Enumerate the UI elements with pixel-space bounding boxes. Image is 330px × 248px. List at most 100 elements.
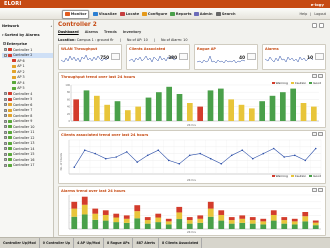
nav-search[interactable]: Search <box>214 10 238 19</box>
alarm-bar-good <box>249 223 256 229</box>
collapse-icon[interactable]: ◂ <box>50 24 52 28</box>
alarm-bar-good <box>291 224 298 229</box>
kpi-indicator <box>246 53 256 60</box>
status-alerts[interactable]: 887 Alerts <box>133 238 159 248</box>
alarm-bar-warning <box>186 217 193 221</box>
tree-item-label: Controller 4 <box>12 91 33 96</box>
status-controller-mod[interactable]: Controller Up/Mod <box>0 238 40 248</box>
tab-trends[interactable]: Trends <box>104 30 117 34</box>
y-tick-label: 20 <box>67 113 71 116</box>
help-link[interactable]: Help <box>300 12 308 16</box>
alarm-bar-good <box>228 223 235 229</box>
nav-locate[interactable]: Locate <box>118 10 141 19</box>
visualize-icon <box>93 11 98 17</box>
status-ap-up[interactable]: 4 AP Up/Mod <box>74 238 105 248</box>
expand-toggle-icon[interactable]: + <box>4 125 7 129</box>
alarm-bar-warning <box>239 215 246 219</box>
kpi-value: 10 <box>307 55 313 60</box>
controller-icon <box>7 125 12 129</box>
print-icon[interactable] <box>312 23 317 28</box>
tab-bar: Dashboard Alarms Trends Inventory <box>58 30 141 34</box>
status-clients[interactable]: 8 Clients Associated <box>159 238 203 248</box>
alarm-bar-caution <box>71 208 78 217</box>
throughput-bar <box>207 90 214 121</box>
search-icon <box>216 11 221 17</box>
y-tick-label: 0 <box>68 120 70 123</box>
collapse-toggle-icon[interactable]: − <box>3 42 6 45</box>
tree-item-label: Controller 14 <box>12 146 35 151</box>
throughput-bar <box>290 88 297 121</box>
tab-alarms[interactable]: Alarms <box>85 30 98 34</box>
nav-monitor[interactable]: Monitor <box>62 9 90 19</box>
clients-point <box>73 166 76 168</box>
expand-toggle-icon[interactable]: + <box>4 97 7 101</box>
location-bar: Location: Campus 1 : ground flr | No of … <box>58 37 188 42</box>
tree-item-controller[interactable]: + Controller 17 <box>2 163 53 169</box>
expand-toggle-icon[interactable]: + <box>4 152 7 156</box>
tree-item-label: Controller 6 <box>12 102 33 107</box>
separator: | <box>310 11 312 16</box>
tree-item-label: Controller 16 <box>12 157 35 162</box>
expand-toggle-icon[interactable]: + <box>4 92 7 96</box>
kpi-wlan-throughput[interactable]: WLAN Throughput 750 <box>58 44 122 70</box>
clients-chart <box>68 139 322 175</box>
expand-toggle-icon[interactable]: + <box>4 119 7 123</box>
controller-icon <box>7 163 12 167</box>
nav-visualize[interactable]: Visualize <box>91 10 119 19</box>
tree-item-label: Controller 13 <box>12 141 35 146</box>
alarm-bar-good <box>218 220 225 229</box>
kpi-title: Clients Associated <box>129 46 166 51</box>
tab-inventory[interactable]: Inventory <box>123 30 141 34</box>
nav-admin[interactable]: Admin <box>192 10 215 19</box>
alarm-bar-good <box>281 223 288 229</box>
kpi-clients-associated[interactable]: Clients Associated 380 <box>126 44 190 70</box>
expand-toggle-icon[interactable]: + <box>4 163 7 167</box>
tree-item-label: Controller 7 <box>12 108 33 113</box>
alarm-bar-caution <box>302 216 309 222</box>
kpi-value: 750 <box>100 55 109 60</box>
expand-toggle-icon[interactable]: + <box>4 130 7 134</box>
expand-toggle-icon[interactable]: + <box>4 103 7 107</box>
alarm-bar-caution <box>239 218 246 223</box>
expand-toggle-icon[interactable]: + <box>4 48 7 52</box>
alarms-panel: Alarms trend over last 24 hours 24 hrs <box>58 186 326 236</box>
status-rogue-aps[interactable]: 8 Rogue APs <box>104 238 134 248</box>
kpi-alarms[interactable]: Alarms 10 <box>262 44 326 70</box>
clients-panel: Clients associated trend over last 24 ho… <box>58 130 326 184</box>
throughput-bar <box>279 92 286 121</box>
alarm-bar-warning <box>291 218 298 222</box>
enterprise-label: Enterprise <box>6 41 28 46</box>
export-icon[interactable] <box>319 23 324 28</box>
expand-toggle-icon[interactable]: + <box>4 136 7 140</box>
sort-selector[interactable]: ▾ Sorted by Alarms <box>2 32 52 38</box>
kpi-row: WLAN Throughput 750 Clients Associated 3… <box>58 44 326 70</box>
controller-icon <box>7 119 12 123</box>
sparkline <box>265 55 313 63</box>
logout-link[interactable]: Logout <box>314 12 326 16</box>
expand-toggle-icon[interactable]: − <box>4 53 7 57</box>
status-controller-up[interactable]: 0 Controller Up <box>40 238 75 248</box>
throughput-bar <box>310 106 317 121</box>
kpi-rogue-ap[interactable]: Rogue AP 40 <box>194 44 258 70</box>
controller-icon <box>7 152 12 156</box>
tree-root-enterprise[interactable]: − Enterprise <box>3 41 27 46</box>
tree-item-label: Controller 1 <box>12 47 33 52</box>
alarm-bar-warning <box>260 218 267 222</box>
controller-icon <box>7 147 12 151</box>
expand-toggle-icon[interactable]: + <box>4 114 7 118</box>
clients-point <box>272 147 275 150</box>
expand-toggle-icon[interactable]: + <box>4 147 7 151</box>
location-label: Location: <box>58 37 76 42</box>
nav-configure[interactable]: Configure <box>140 10 169 19</box>
expand-toggle-icon[interactable]: + <box>4 108 7 112</box>
clients-point <box>251 157 254 160</box>
throughput-bar <box>248 108 255 121</box>
nav-reports[interactable]: Reports <box>168 10 194 19</box>
expand-toggle-icon[interactable]: + <box>4 158 7 162</box>
alarm-bar-good <box>302 221 309 229</box>
expand-toggle-icon[interactable]: + <box>4 141 7 145</box>
tab-dashboard[interactable]: Dashboard <box>58 30 79 34</box>
clients-point <box>314 147 317 150</box>
sort-label: Sorted by Alarms <box>4 33 40 37</box>
kpi-indicator <box>110 53 120 60</box>
